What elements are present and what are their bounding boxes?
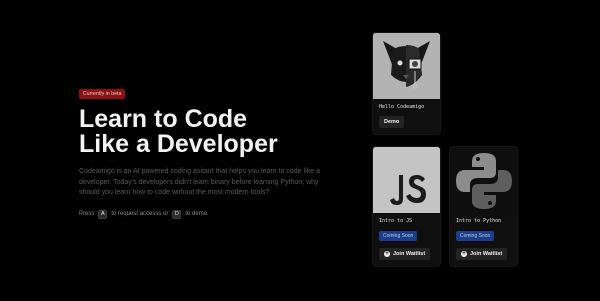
demo-button[interactable]: Demo — [379, 116, 405, 128]
demo-button-label: Demo — [384, 119, 400, 125]
python-logo-icon — [450, 147, 517, 213]
join-waitlist-button[interactable]: + Join Waitlist — [456, 248, 508, 260]
course-card-intro-to-js[interactable]: Intro to JS Coming Soon + Join Waitlist — [373, 147, 440, 266]
join-waitlist-button[interactable]: + Join Waitlist — [379, 248, 431, 260]
card-title: Intro to Python — [456, 218, 502, 224]
shortcut-press-text: Press — [79, 211, 95, 217]
card-title: Hello Codeamigo — [379, 104, 425, 110]
coming-soon-badge: Coming Soon — [456, 231, 495, 241]
join-waitlist-label: Join Waitlist — [393, 251, 426, 257]
key-d[interactable]: D — [172, 209, 182, 219]
robot-dog-icon — [373, 33, 440, 99]
shortcut-demo-text: to demo. — [185, 211, 209, 217]
card-title: Intro to JS — [379, 218, 413, 224]
js-logo-icon — [373, 147, 440, 213]
plus-icon: + — [384, 251, 390, 257]
hero-description: Codeamigo is an AI powered coding asitan… — [79, 168, 320, 196]
beta-badge: Currently in beta — [79, 89, 126, 99]
shortcut-request-text: to request accesss or — [111, 211, 169, 217]
plus-icon: + — [461, 251, 467, 257]
keyboard-shortcuts: Press A to request accesss or D to demo. — [79, 209, 349, 219]
course-card-hello-codeamigo[interactable]: Hello Codeamigo Demo — [373, 33, 440, 134]
key-a[interactable]: A — [98, 209, 108, 219]
title-line-2: Like a Developer — [79, 130, 278, 158]
join-waitlist-label: Join Waitlist — [470, 251, 503, 257]
page-title: Learn to Code Like a Developer — [79, 107, 349, 157]
coming-soon-badge: Coming Soon — [379, 231, 418, 241]
hero-section: Currently in beta Learn to Code Like a D… — [79, 82, 349, 219]
title-line-1: Learn to Code — [79, 105, 248, 133]
course-card-intro-to-python[interactable]: Intro to Python Coming Soon + Join Waitl… — [450, 147, 517, 266]
